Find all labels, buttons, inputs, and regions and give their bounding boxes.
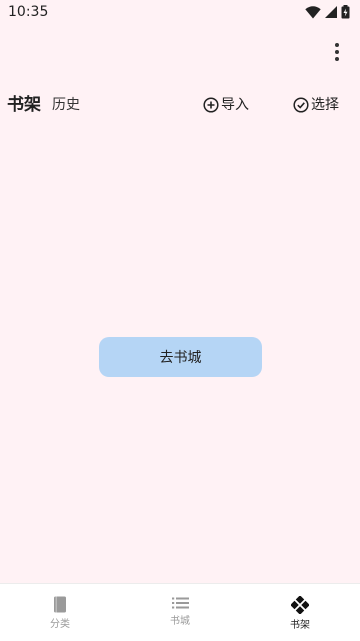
- list-icon: [171, 597, 189, 609]
- nav-item-bookshelf[interactable]: 书架: [240, 584, 360, 641]
- check-circle-icon: [293, 97, 309, 113]
- select-button[interactable]: 选择: [293, 92, 339, 118]
- bottom-navigation: 分类 书城 书架: [0, 583, 360, 641]
- status-bar: 10:35: [0, 0, 360, 24]
- import-label: 导入: [221, 97, 249, 113]
- overflow-menu-icon[interactable]: [328, 40, 346, 64]
- nav-label-bookshelf: 书架: [290, 620, 310, 631]
- wifi-icon: [305, 5, 321, 19]
- signal-icon: [325, 6, 337, 18]
- go-to-bookstore-button[interactable]: 去书城: [99, 337, 262, 377]
- import-button[interactable]: 导入: [203, 92, 249, 118]
- select-label: 选择: [311, 97, 339, 113]
- status-icons: [305, 5, 350, 19]
- nav-item-category[interactable]: 分类: [0, 584, 120, 641]
- nav-item-bookstore[interactable]: 书城: [120, 584, 240, 641]
- gamepad-icon: [291, 596, 309, 614]
- battery-icon: [341, 5, 350, 19]
- nav-label-category: 分类: [50, 619, 70, 630]
- shelf-header: 书架 历史 导入 选择: [0, 92, 360, 118]
- nav-label-bookstore: 书城: [170, 616, 190, 627]
- tab-history[interactable]: 历史: [52, 92, 80, 118]
- tab-bookshelf[interactable]: 书架: [7, 92, 41, 118]
- status-time: 10:35: [8, 4, 49, 20]
- add-circle-icon: [203, 97, 219, 113]
- book-icon: [54, 596, 66, 613]
